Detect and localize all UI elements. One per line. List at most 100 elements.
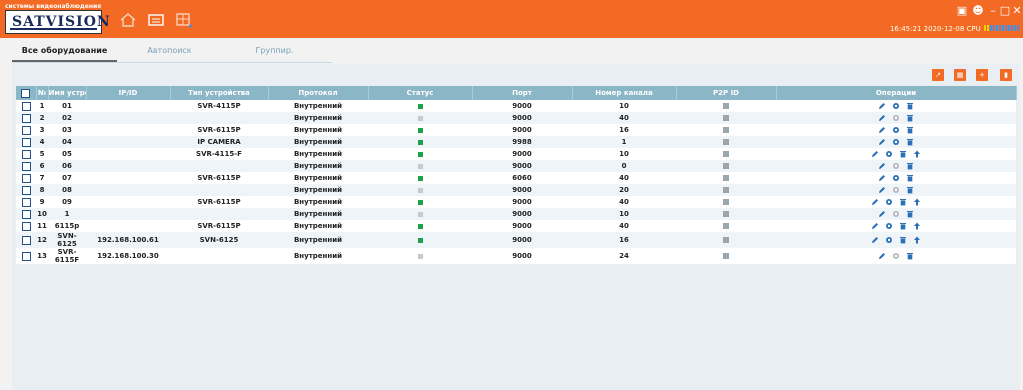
qr-code-icon[interactable] [723,127,729,133]
edit-icon[interactable] [878,114,886,122]
qr-code-icon[interactable] [723,103,729,109]
row-p2p[interactable] [676,124,776,136]
row-select[interactable] [16,112,36,124]
row-select[interactable] [16,100,36,112]
edit-icon[interactable] [878,162,886,170]
settings-icon[interactable] [885,236,893,244]
row-checkbox[interactable] [21,137,31,147]
select-all-checkbox[interactable] [21,88,31,98]
import-button[interactable]: ▦ [954,69,966,81]
settings-icon[interactable] [892,114,900,122]
qr-code-icon[interactable] [723,151,729,157]
row-p2p[interactable] [676,148,776,160]
home-icon[interactable] [118,12,138,28]
upgrade-icon[interactable] [913,222,921,230]
delete-icon[interactable] [906,210,914,218]
delete-icon[interactable] [899,236,907,244]
delete-icon[interactable] [906,114,914,122]
delete-button[interactable]: ▮ [1000,69,1012,81]
qr-code-icon[interactable] [723,223,729,229]
row-select[interactable] [16,148,36,160]
delete-icon[interactable] [906,102,914,110]
row-p2p[interactable] [676,232,776,248]
tab-all-equipment[interactable]: Все оборудование [12,42,117,62]
settings-icon[interactable] [892,162,900,170]
table-row[interactable]: 1 01 SVR-4115P Внутренний 9000 10 [16,100,1016,112]
delete-icon[interactable] [906,174,914,182]
edit-icon[interactable] [871,222,879,230]
settings-icon[interactable] [885,198,893,206]
upgrade-icon[interactable] [913,198,921,206]
row-p2p[interactable] [676,220,776,232]
settings-icon[interactable] [885,222,893,230]
settings-icon[interactable] [885,150,893,158]
qr-code-icon[interactable] [723,115,729,121]
table-row[interactable]: 7 07 SVR-6115P Внутренний 6060 40 [16,172,1016,184]
row-checkbox[interactable] [21,209,31,219]
edit-icon[interactable] [871,236,879,244]
edit-icon[interactable] [878,210,886,218]
device-list-icon[interactable] [146,12,166,28]
table-row[interactable]: 5 05 SVR-4115-F Внутренний 9000 10 [16,148,1016,160]
delete-icon[interactable] [906,138,914,146]
row-p2p[interactable] [676,184,776,196]
row-p2p[interactable] [676,248,776,264]
row-p2p[interactable] [676,112,776,124]
row-p2p[interactable] [676,160,776,172]
table-row[interactable]: 10 1 Внутренний 9000 10 [16,208,1016,220]
edit-icon[interactable] [871,198,879,206]
row-checkbox[interactable] [21,149,31,159]
settings-icon[interactable] [892,252,900,260]
delete-icon[interactable] [899,222,907,230]
row-p2p[interactable] [676,136,776,148]
tab-autosearch[interactable]: Автопоиск [117,42,222,60]
qr-code-icon[interactable] [723,139,729,145]
qr-code-icon[interactable] [723,237,729,243]
qr-code-icon[interactable] [723,187,729,193]
settings-icon[interactable] [892,210,900,218]
row-select[interactable] [16,184,36,196]
row-checkbox[interactable] [21,197,31,207]
add-button[interactable]: + [976,69,988,81]
row-select[interactable] [16,136,36,148]
tab-groups[interactable]: Группир. [222,42,327,60]
row-checkbox[interactable] [21,161,31,171]
row-select[interactable] [16,208,36,220]
table-row[interactable]: 2 02 Внутренний 9000 40 [16,112,1016,124]
qr-code-icon[interactable] [723,175,729,181]
row-select[interactable] [16,196,36,208]
row-checkbox[interactable] [21,251,31,261]
close-icon[interactable]: ✕ [1010,4,1023,18]
table-row[interactable]: 3 03 SVR-6115P Внутренний 9000 16 [16,124,1016,136]
export-button[interactable]: ↗ [932,69,944,81]
layout-icon[interactable] [174,12,194,28]
delete-icon[interactable] [899,150,907,158]
row-p2p[interactable] [676,196,776,208]
edit-icon[interactable] [878,102,886,110]
settings-icon[interactable] [892,138,900,146]
qr-code-icon[interactable] [723,163,729,169]
edit-icon[interactable] [878,252,886,260]
row-checkbox[interactable] [21,221,31,231]
row-checkbox[interactable] [21,125,31,135]
edit-icon[interactable] [878,186,886,194]
row-checkbox[interactable] [21,235,31,245]
row-select[interactable] [16,160,36,172]
edit-icon[interactable] [878,138,886,146]
table-row[interactable]: 12 SVN-6125 192.168.100.61 SVN-6125 Внутренн… [16,232,1016,248]
row-checkbox[interactable] [21,101,31,111]
row-p2p[interactable] [676,100,776,112]
delete-icon[interactable] [906,126,914,134]
settings-icon[interactable] [892,126,900,134]
select-all-cell[interactable] [16,86,37,100]
table-row[interactable]: 8 08 Внутренний 9000 20 [16,184,1016,196]
settings-icon[interactable] [892,186,900,194]
delete-icon[interactable] [899,198,907,206]
table-row[interactable]: 6 06 Внутренний 9000 0 [16,160,1016,172]
qr-code-icon[interactable] [723,253,729,259]
row-select[interactable] [16,124,36,136]
upgrade-icon[interactable] [913,150,921,158]
row-select[interactable] [16,172,36,184]
edit-icon[interactable] [878,126,886,134]
qr-code-icon[interactable] [723,211,729,217]
